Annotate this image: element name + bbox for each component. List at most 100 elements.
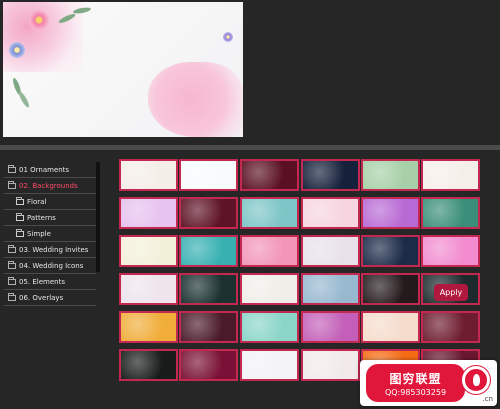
watermark-title: 图穷联盟: [389, 371, 442, 386]
thumbnail-image: [363, 199, 418, 227]
background-thumbnail[interactable]: [301, 349, 360, 381]
background-thumbnail[interactable]: [421, 235, 480, 267]
background-thumbnail[interactable]: [119, 311, 178, 343]
background-thumbnail[interactable]: [361, 197, 420, 229]
flame-logo-icon: [462, 366, 490, 394]
background-thumbnail[interactable]: [179, 197, 238, 229]
background-thumbnail[interactable]: [179, 349, 238, 381]
tree-item-label: Patterns: [27, 213, 56, 222]
tree-item-label: Simple: [27, 229, 51, 238]
folder-icon: [8, 260, 16, 269]
background-preview: [3, 2, 243, 137]
tree-item-label: 01 Ornaments: [19, 165, 70, 174]
tree-item[interactable]: Patterns: [4, 210, 96, 226]
background-thumbnail[interactable]: [179, 235, 238, 267]
folder-icon: [16, 228, 24, 237]
tree-item[interactable]: 03. Wedding Invites: [4, 242, 96, 258]
tree-item[interactable]: 04. Wedding Icons: [4, 258, 96, 274]
background-thumbnail[interactable]: [301, 235, 360, 267]
thumbnail-image: [423, 161, 478, 189]
thumbnail-image: [303, 275, 358, 303]
preview-flower-pink: [29, 10, 49, 30]
background-thumbnail[interactable]: [361, 159, 420, 191]
apply-button[interactable]: Apply: [434, 284, 468, 301]
thumbnail-image: [181, 351, 236, 379]
background-thumbnail[interactable]: [301, 159, 360, 191]
thumbnail-image: [242, 351, 297, 379]
folder-icon: [8, 244, 16, 253]
background-thumbnail[interactable]: [240, 273, 299, 305]
thumbnail-image: [303, 351, 358, 379]
background-thumbnail[interactable]: [179, 273, 238, 305]
background-thumbnail[interactable]: [119, 159, 178, 191]
thumbnail-image: [181, 199, 236, 227]
thumbnail-image: [121, 161, 176, 189]
thumbnail-image: [242, 161, 297, 189]
thumbnail-image: [121, 313, 176, 341]
thumbnail-image: [242, 275, 297, 303]
watermark-badge: 图穷联盟 QQ:985303259 .cn: [360, 360, 497, 406]
thumbnail-image: [363, 161, 418, 189]
background-thumbnail[interactable]: [240, 159, 299, 191]
thumbnail-image: [121, 351, 176, 379]
tree-item-label: Floral: [27, 197, 47, 206]
folder-icon: [16, 212, 24, 221]
tree-item[interactable]: Simple: [4, 226, 96, 242]
thumbnail-image: [181, 275, 236, 303]
category-tree: 01 Ornaments 02. Backgrounds Floral Pattern…: [4, 162, 96, 306]
thumbnail-image: [242, 313, 297, 341]
thumbnail-image: [423, 199, 478, 227]
folder-icon: [8, 292, 16, 301]
thumbnail-image: [363, 313, 418, 341]
tree-item[interactable]: 01 Ornaments: [4, 162, 96, 178]
tree-item[interactable]: 06. Overlays: [4, 290, 96, 306]
tree-item-label: 06. Overlays: [19, 293, 64, 302]
tree-item-label: 05. Elements: [19, 277, 65, 286]
background-thumbnail[interactable]: [301, 311, 360, 343]
thumbnail-image: [181, 313, 236, 341]
tree-item-label: 02. Backgrounds: [19, 181, 78, 190]
background-thumbnail[interactable]: [179, 311, 238, 343]
tree-item-label: 04. Wedding Icons: [19, 261, 84, 270]
watermark-qq: QQ:985303259: [384, 387, 447, 397]
thumbnail-image: [363, 237, 418, 265]
background-thumbnail[interactable]: [240, 235, 299, 267]
background-thumbnail[interactable]: [119, 235, 178, 267]
thumbnail-image: [121, 237, 176, 265]
background-thumbnail[interactable]: [240, 197, 299, 229]
background-thumbnail[interactable]: [119, 273, 178, 305]
tree-item[interactable]: Floral: [4, 194, 96, 210]
background-thumbnail[interactable]: [301, 273, 360, 305]
thumbnail-image: [181, 161, 236, 189]
background-thumbnail[interactable]: [301, 197, 360, 229]
thumbnail-image: [423, 313, 478, 341]
thumbnail-image: [242, 237, 297, 265]
tree-item[interactable]: 02. Backgrounds: [4, 178, 96, 194]
tree-item[interactable]: 05. Elements: [4, 274, 96, 290]
background-thumbnail[interactable]: [179, 159, 238, 191]
background-thumbnail[interactable]: [361, 273, 420, 305]
preview-flower-small: [223, 32, 233, 42]
thumbnail-image: [303, 313, 358, 341]
background-thumbnail[interactable]: [240, 311, 299, 343]
app-window: 01 Ornaments 02. Backgrounds Floral Pattern…: [0, 0, 500, 409]
thumbnail-image: [363, 275, 418, 303]
preview-watercolor-bottom-right: [148, 62, 243, 137]
watermark-pill: 图穷联盟 QQ:985303259: [366, 364, 465, 402]
thumbnail-image: [303, 161, 358, 189]
tree-scrollbar[interactable]: [96, 162, 100, 272]
background-thumbnail[interactable]: [421, 311, 480, 343]
background-thumbnail[interactable]: [361, 235, 420, 267]
thumbnail-image: [181, 237, 236, 265]
folder-icon: [16, 196, 24, 205]
background-thumbnail[interactable]: [240, 349, 299, 381]
folder-icon: [8, 180, 16, 189]
background-thumbnail[interactable]: [361, 311, 420, 343]
background-thumbnail[interactable]: [421, 197, 480, 229]
background-thumbnail[interactable]: [421, 159, 480, 191]
background-thumbnail[interactable]: [119, 349, 178, 381]
background-thumbnail[interactable]: [119, 197, 178, 229]
thumbnail-image: [242, 199, 297, 227]
panel-divider[interactable]: [0, 145, 500, 150]
folder-icon: [8, 276, 16, 285]
